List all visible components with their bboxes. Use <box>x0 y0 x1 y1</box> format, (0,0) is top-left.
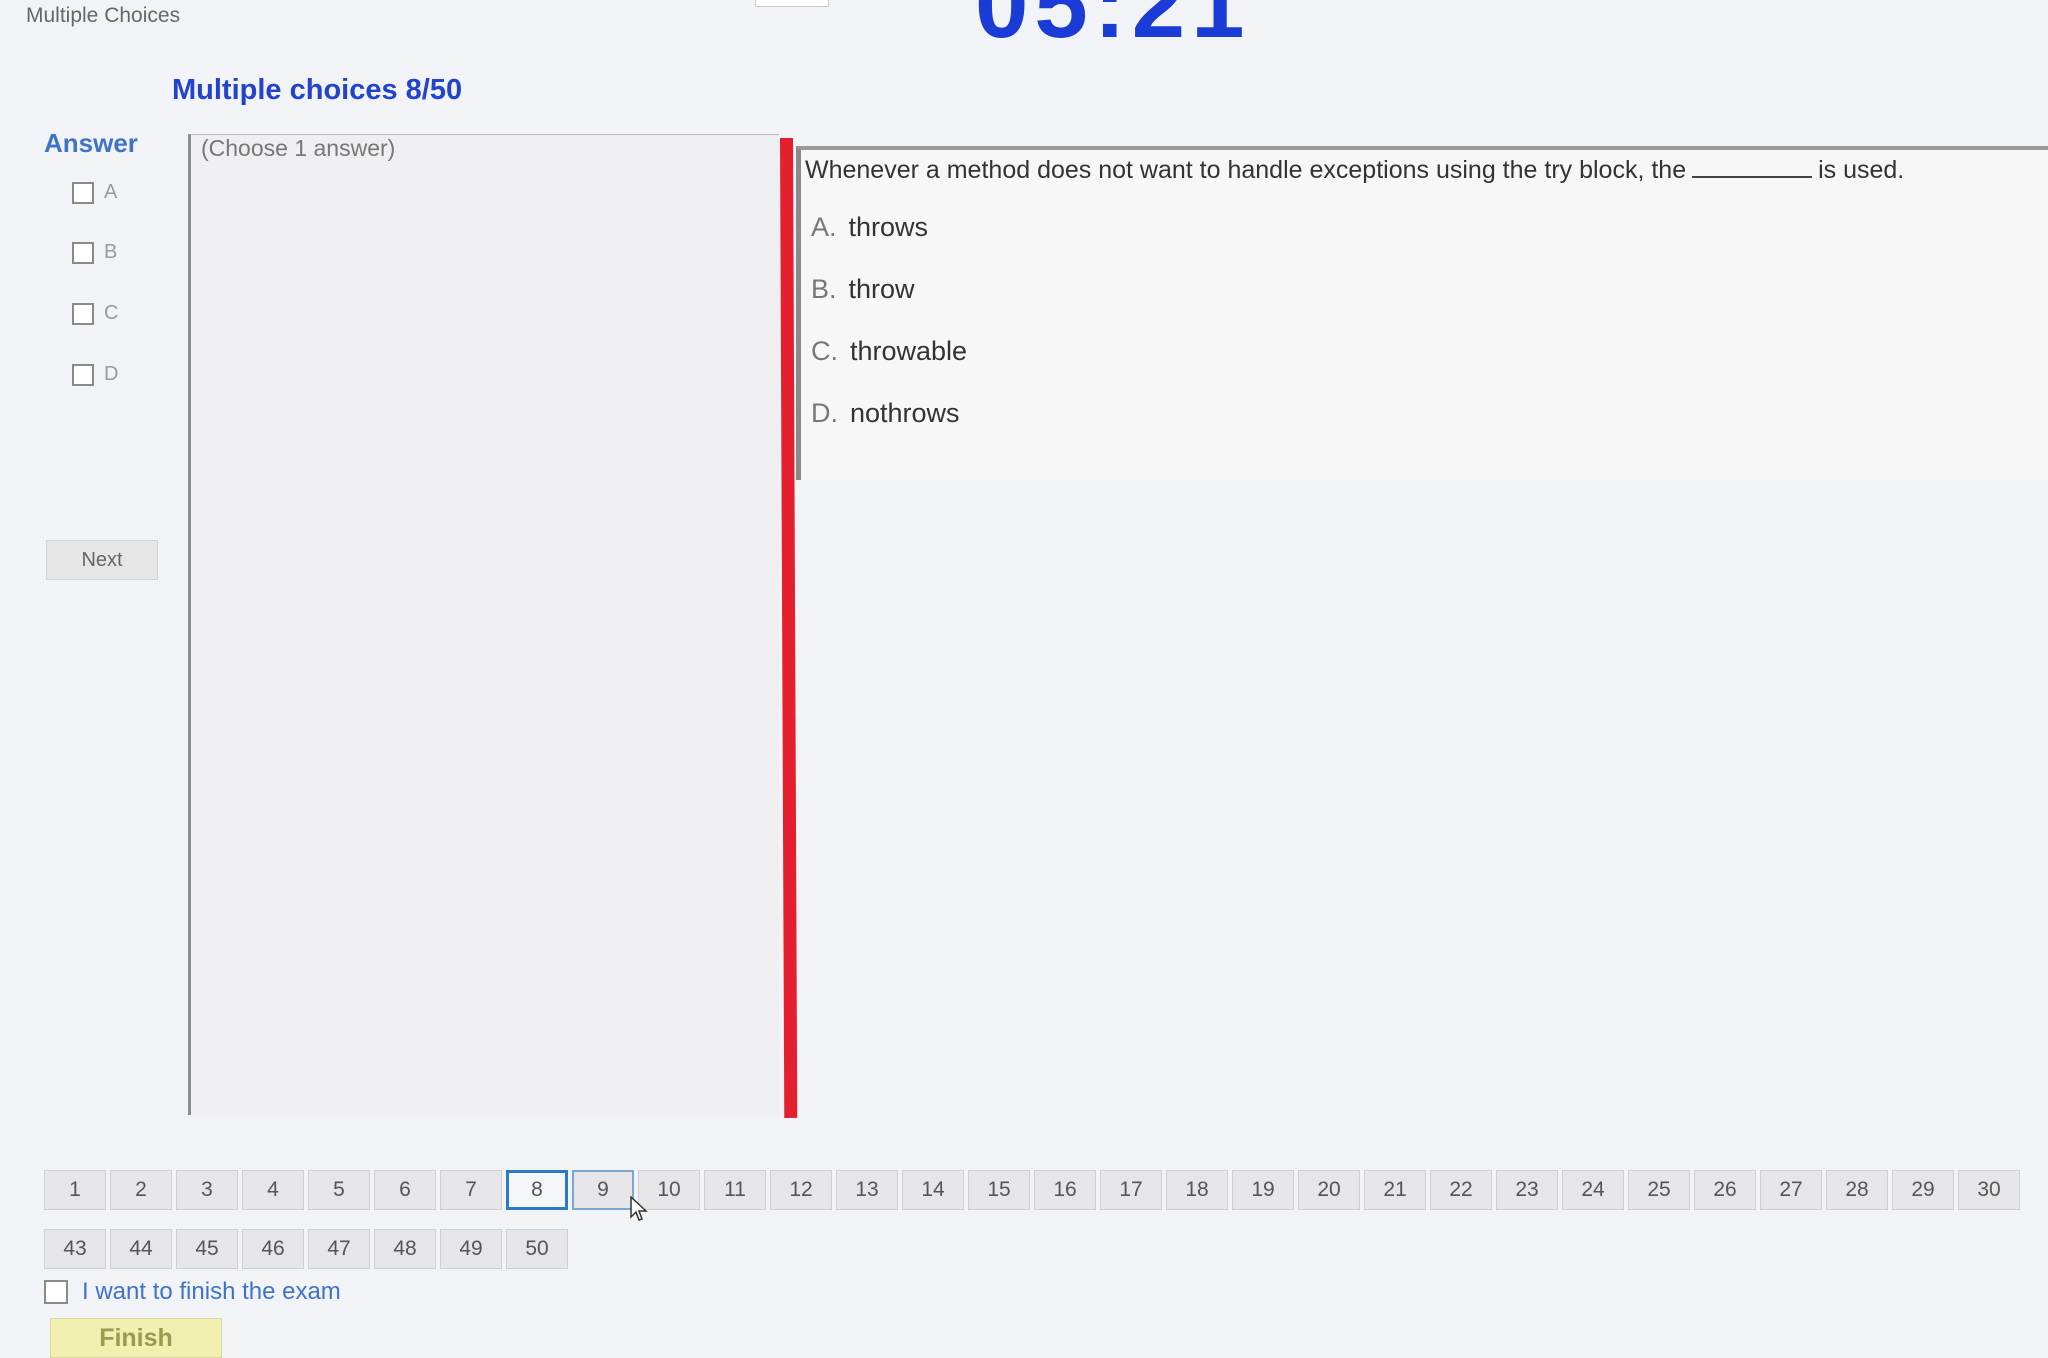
question-nav-button[interactable]: 18 <box>1166 1170 1228 1210</box>
question-nav-button[interactable]: 45 <box>176 1229 238 1269</box>
question-nav-button[interactable]: 19 <box>1232 1170 1294 1210</box>
question-nav-button[interactable]: 21 <box>1364 1170 1426 1210</box>
question-nav-button[interactable]: 24 <box>1562 1170 1624 1210</box>
question-nav-button[interactable]: 14 <box>902 1170 964 1210</box>
exam-window: Multiple Choices 05:21 Multiple choices … <box>0 0 2048 1358</box>
answer-label: Answer <box>44 128 138 158</box>
question-nav-button[interactable]: 2 <box>110 1170 172 1210</box>
answer-option-a[interactable]: A <box>72 181 117 204</box>
question-nav-button[interactable]: 6 <box>374 1170 436 1210</box>
finish-button[interactable]: Finish <box>50 1318 222 1358</box>
option-d-label: D <box>104 363 119 385</box>
question-nav-button[interactable]: 30 <box>1958 1170 2020 1210</box>
question-nav-button[interactable]: 11 <box>704 1170 766 1210</box>
question-nav-button[interactable]: 1 <box>44 1170 106 1210</box>
question-nav-button[interactable]: 17 <box>1100 1170 1162 1210</box>
question-nav-button[interactable]: 15 <box>968 1170 1030 1210</box>
question-nav-button[interactable]: 22 <box>1430 1170 1492 1210</box>
question-nav-button[interactable]: 50 <box>506 1229 568 1269</box>
question-text-before: Whenever a method does not want to handl… <box>805 156 1687 184</box>
question-nav-button[interactable]: 48 <box>374 1229 436 1269</box>
checkbox-d[interactable] <box>72 363 94 386</box>
question-nav-button[interactable]: 47 <box>308 1229 370 1269</box>
question-nav-button[interactable]: 5 <box>308 1170 370 1210</box>
answer-choice-d: D. nothrows <box>811 398 960 429</box>
question-blank <box>1692 176 1813 178</box>
answer-choice-letter: A. <box>811 212 837 242</box>
question-nav-button[interactable]: 46 <box>242 1229 304 1269</box>
answer-option-c[interactable]: C <box>72 302 118 325</box>
answer-choice-c: C. throwable <box>811 336 967 367</box>
finish-exam-label: I want to finish the exam <box>82 1278 341 1305</box>
question-nav-button[interactable]: 12 <box>770 1170 832 1210</box>
answer-choice-b: B. throw <box>811 274 915 305</box>
next-button[interactable]: Next <box>46 540 158 580</box>
question-text-after: is used. <box>1818 156 1905 184</box>
question-nav-button[interactable]: 44 <box>110 1229 172 1269</box>
finish-confirm-row[interactable]: I want to finish the exam <box>44 1278 341 1306</box>
question-panel: Whenever a method does not want to handl… <box>796 146 2048 480</box>
finish-exam-checkbox[interactable] <box>44 1280 68 1304</box>
checkbox-a[interactable] <box>72 181 94 204</box>
countdown-timer: 05:21 <box>975 0 1251 58</box>
question-nav-button[interactable]: 3 <box>176 1170 238 1210</box>
answer-choice-letter: C. <box>811 336 838 366</box>
question-nav-row-2: 43 44 45 46 47 48 49 50 <box>44 1229 572 1269</box>
checkbox-b[interactable] <box>72 241 94 264</box>
mouse-cursor-icon <box>630 1196 648 1222</box>
window-title: Multiple Choices <box>26 4 181 27</box>
question-nav-button[interactable]: 28 <box>1826 1170 1888 1210</box>
question-nav-button[interactable]: 13 <box>836 1170 898 1210</box>
question-nav-button[interactable]: 8 <box>506 1170 568 1210</box>
question-nav-button[interactable]: 26 <box>1694 1170 1756 1210</box>
answer-hint-panel: (Choose 1 answer) <box>188 134 779 1115</box>
question-nav-button[interactable]: 9 <box>572 1170 634 1210</box>
option-a-label: A <box>104 181 118 203</box>
question-nav-button[interactable]: 27 <box>1760 1170 1822 1210</box>
question-counter-title: Multiple choices 8/50 <box>172 74 463 106</box>
question-nav-button[interactable]: 49 <box>440 1229 502 1269</box>
panel-divider <box>780 137 798 1118</box>
question-nav-button[interactable]: 23 <box>1496 1170 1558 1210</box>
option-b-label: B <box>104 241 118 263</box>
checkbox-c[interactable] <box>72 302 94 325</box>
answer-choice-text: throws <box>848 212 929 242</box>
question-nav-button[interactable]: 20 <box>1298 1170 1360 1210</box>
question-nav-button[interactable]: 16 <box>1034 1170 1096 1210</box>
option-c-label: C <box>104 302 119 324</box>
top-toolbar-box <box>755 0 829 7</box>
question-nav-button[interactable]: 25 <box>1628 1170 1690 1210</box>
question-nav-button[interactable]: 7 <box>440 1170 502 1210</box>
question-nav-button[interactable]: 4 <box>242 1170 304 1210</box>
answer-option-b[interactable]: B <box>72 241 117 264</box>
question-nav-button[interactable]: 29 <box>1892 1170 1954 1210</box>
answer-option-d[interactable]: D <box>72 363 118 386</box>
question-nav-row-1: 1 2 3 4 5 6 7 8 9 10 11 12 13 14 15 16 17 18 19 20 21 22 23 24 2… <box>44 1170 2024 1210</box>
question-nav-button[interactable]: 43 <box>44 1229 106 1269</box>
answer-choice-text: throw <box>848 274 915 304</box>
question-text: Whenever a method does not want to handl… <box>805 156 1904 185</box>
answer-choice-a: A. throws <box>811 212 928 243</box>
answer-choice-text: nothrows <box>850 398 960 428</box>
answer-choice-letter: D. <box>811 398 838 428</box>
answer-choice-letter: B. <box>811 274 837 304</box>
answer-choice-text: throwable <box>850 336 968 366</box>
choose-hint: (Choose 1 answer) <box>201 135 396 161</box>
